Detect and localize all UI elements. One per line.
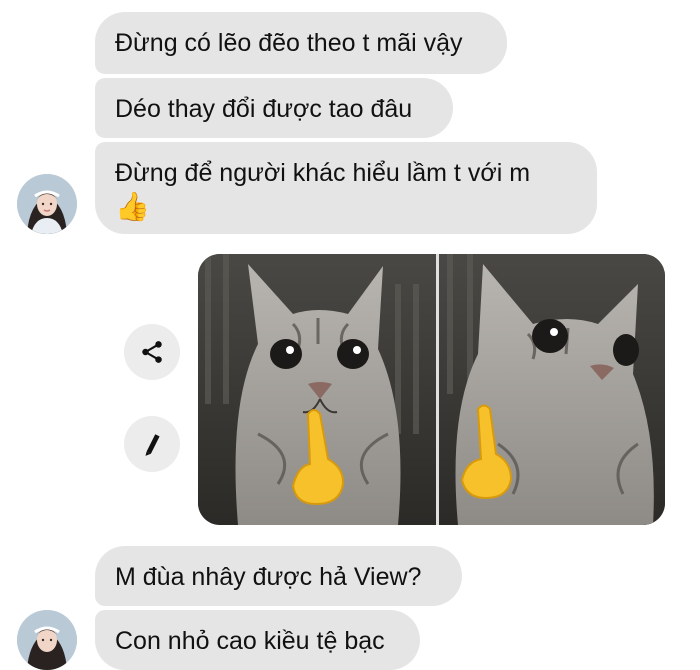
share-icon	[142, 341, 162, 363]
sender-avatar[interactable]	[17, 174, 77, 234]
message-bubble-3[interactable]: Đừng để người khác hiểu lầm t với m 👍	[95, 142, 597, 234]
message-text: Đừng có lẽo đẽo theo t mãi vậy	[115, 29, 463, 57]
photo-message[interactable]	[198, 254, 665, 525]
message-text: M đùa nhây được hả View?	[115, 563, 422, 591]
message-bubble-2[interactable]: Déo thay đổi được tao đâu	[95, 78, 453, 138]
edit-button[interactable]	[124, 416, 180, 472]
avatar-image	[17, 174, 77, 234]
message-text: Con nhỏ cao kiều tệ bạc	[115, 627, 385, 655]
share-button[interactable]	[124, 324, 180, 380]
message-bubble-1[interactable]: Đừng có lẽo đẽo theo t mãi vậy	[95, 12, 507, 74]
message-text: Đừng để người khác hiểu lầm t với m	[115, 159, 531, 187]
message-bubble-5[interactable]: Con nhỏ cao kiều tệ bạc	[95, 610, 420, 670]
pencil-icon	[145, 434, 160, 456]
message-bubble-4[interactable]: M đùa nhây được hả View?	[95, 546, 462, 606]
cat-finger-meme-image	[198, 254, 665, 525]
avatar-image	[17, 610, 77, 670]
sender-avatar[interactable]	[17, 610, 77, 670]
message-text: Déo thay đổi được tao đâu	[115, 95, 413, 123]
thumbs-up-emoji: 👍	[115, 191, 150, 222]
